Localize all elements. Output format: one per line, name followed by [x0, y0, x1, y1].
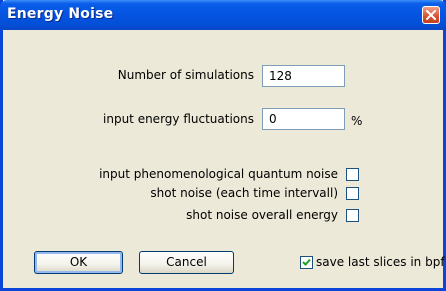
percent-unit-label: %	[351, 114, 363, 128]
energy-fluctuations-label: input energy fluctuations	[103, 112, 254, 126]
quantum-noise-label: input phenomenological quantum noise	[99, 167, 338, 181]
close-icon	[426, 10, 436, 20]
num-simulations-label: Number of simulations	[117, 68, 254, 82]
ok-button[interactable]: OK	[34, 251, 123, 274]
energy-noise-dialog: Energy Noise Number of simulations 128 i…	[0, 0, 446, 291]
shot-noise-interval-label: shot noise (each time intervall)	[150, 186, 338, 200]
num-simulations-input[interactable]: 128	[262, 65, 345, 87]
quantum-noise-checkbox[interactable]	[346, 168, 359, 181]
shot-noise-interval-checkbox[interactable]	[346, 187, 359, 200]
save-slices-checkbox[interactable]	[300, 256, 313, 269]
close-button[interactable]	[422, 6, 440, 24]
checkmark-icon	[302, 258, 311, 266]
window-title: Energy Noise	[7, 6, 114, 22]
energy-fluctuations-input[interactable]: 0	[262, 108, 345, 130]
cancel-button[interactable]: Cancel	[139, 251, 234, 274]
shot-noise-overall-label: shot noise overall energy	[186, 208, 338, 222]
save-slices-label: save last slices in bpf	[316, 255, 445, 269]
title-bar[interactable]: Energy Noise	[0, 0, 446, 30]
shot-noise-overall-checkbox[interactable]	[346, 209, 359, 222]
